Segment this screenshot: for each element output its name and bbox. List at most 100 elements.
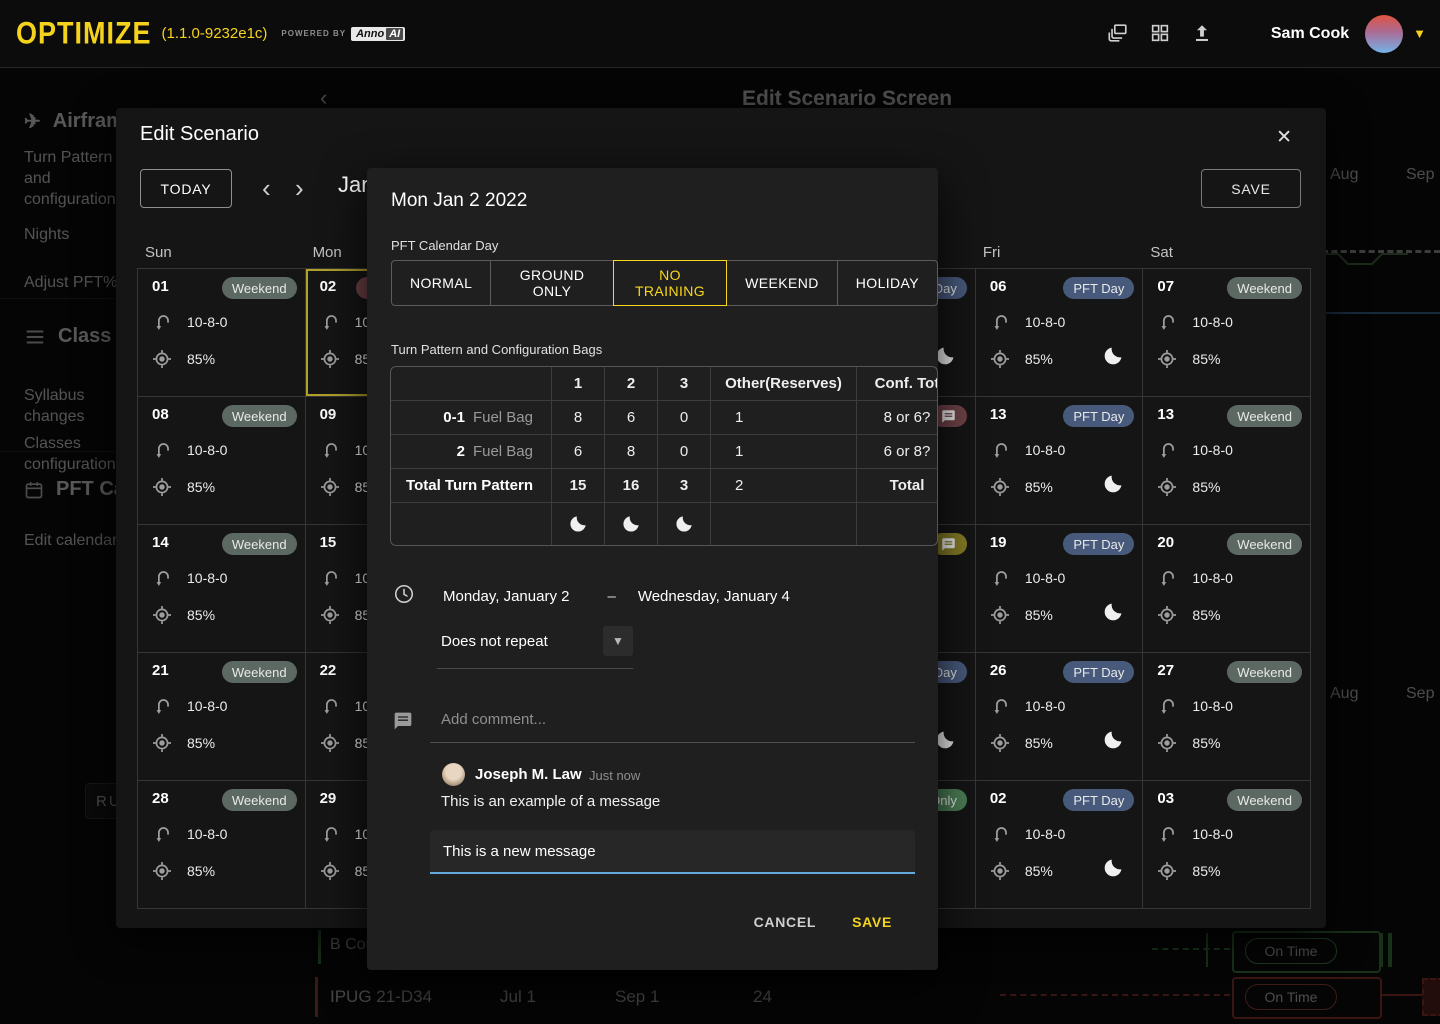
day-number: 19 xyxy=(990,534,1007,551)
sidebar-divider xyxy=(0,451,116,452)
user-name: Sam Cook xyxy=(1271,25,1349,43)
windows-icon[interactable] xyxy=(1107,22,1131,46)
day-type-button-holiday[interactable]: HOLIDAY xyxy=(837,260,938,306)
turn-pattern-icon xyxy=(152,823,174,845)
modal-title: Edit Scenario xyxy=(140,116,259,152)
calendar-day-cell[interactable]: 14Weekend10-8-085% xyxy=(138,525,306,653)
day-type-button-normal[interactable]: NORMAL xyxy=(391,260,491,306)
day-number: 01 xyxy=(152,278,169,295)
upload-icon[interactable] xyxy=(1191,22,1215,46)
powered-by-label: POWERED BY xyxy=(281,29,346,38)
calendar-day-cell[interactable]: 13Weekend10-8-085% xyxy=(1143,397,1311,525)
sidebar-item: Adjust PFT% xyxy=(24,272,116,293)
month-label: Aug xyxy=(1330,166,1358,184)
pft-target-icon xyxy=(150,603,174,627)
repeat-select[interactable]: Does not repeat ▼ xyxy=(437,626,633,669)
turn-pattern-value: 10-8-0 xyxy=(1192,570,1232,586)
pft-percent-value: 85% xyxy=(1192,479,1220,495)
day-number: 21 xyxy=(152,662,169,679)
prev-month-icon[interactable]: ‹ xyxy=(262,174,271,202)
turn-pattern-value: 10-8-0 xyxy=(1192,442,1232,458)
day-type-badge: Weekend xyxy=(1227,533,1302,555)
night-flag-row xyxy=(391,503,938,546)
calendar-day-cell[interactable]: 28Weekend10-8-085% xyxy=(138,781,306,909)
col-header: 3 xyxy=(658,367,711,401)
scenario-save-button[interactable]: SAVE xyxy=(1201,169,1301,208)
sidebar-item: Classes configuration xyxy=(24,433,116,475)
pft-percent-value: 85% xyxy=(1025,607,1053,623)
pft-target-icon xyxy=(988,731,1012,755)
calendar-day-cell[interactable]: 02PFT Day10-8-085% xyxy=(976,781,1144,909)
today-button[interactable]: TODAY xyxy=(140,169,232,208)
add-comment-field[interactable]: Add comment... xyxy=(441,711,546,728)
pft-target-icon xyxy=(318,347,342,371)
gantt-bar-on-time-green: On Time xyxy=(1232,931,1381,973)
clock-icon xyxy=(393,583,415,609)
turn-pattern-value: 10-8-0 xyxy=(1192,826,1232,842)
day-type-button-no-training[interactable]: NO TRAINING xyxy=(613,260,727,306)
pft-target-icon xyxy=(988,859,1012,883)
on-time-badge: On Time xyxy=(1245,984,1337,1010)
gantt-end-block xyxy=(1422,978,1440,1016)
turn-pattern-icon xyxy=(320,567,342,589)
user-avatar[interactable] xyxy=(1365,15,1403,53)
table-row: 2Fuel Bag68016 or 8? xyxy=(391,435,938,469)
turn-pattern-icon xyxy=(990,567,1012,589)
calendar-day-cell[interactable]: 26PFT Day10-8-085% xyxy=(976,653,1144,781)
day-type-badge: PFT Day xyxy=(1063,789,1134,811)
dialog-title: Mon Jan 2 2022 xyxy=(391,190,527,212)
pft-percent-value: 85% xyxy=(187,479,215,495)
calendar-day-cell[interactable]: 19PFT Day10-8-085% xyxy=(976,525,1144,653)
sidebar-item: Nights xyxy=(24,224,116,245)
chart-green-line xyxy=(1322,251,1440,271)
pft-target-icon xyxy=(988,603,1012,627)
chevron-down-icon[interactable]: ▼ xyxy=(603,626,633,656)
cancel-button[interactable]: CANCEL xyxy=(752,908,819,936)
next-month-icon[interactable]: › xyxy=(295,174,304,202)
day-type-badge: Weekend xyxy=(222,277,297,299)
turn-pattern-icon xyxy=(990,311,1012,333)
pft-target-icon xyxy=(1155,731,1179,755)
table-row: 0-1Fuel Bag86018 or 6? xyxy=(391,401,938,435)
day-type-button-weekend[interactable]: WEEKEND xyxy=(726,260,838,306)
day-type-button-ground-only[interactable]: GROUND ONLY xyxy=(490,260,614,306)
grid-icon[interactable] xyxy=(1149,22,1173,46)
turn-pattern-value: 10-8-0 xyxy=(1025,314,1065,330)
day-type-badge: PFT Day xyxy=(1063,277,1134,299)
turn-pattern-icon xyxy=(320,823,342,845)
brand-badge: AnnoAI xyxy=(351,27,405,41)
turn-pattern-section-label: Turn Pattern and Configuration Bags xyxy=(391,342,602,357)
date-range-row: Monday, January 2 – Wednesday, January 4 xyxy=(393,583,790,609)
calendar-day-cell[interactable]: 01Weekend10-8-085% xyxy=(138,269,306,397)
user-menu-caret-icon[interactable]: ▼ xyxy=(1413,26,1426,41)
pft-target-icon xyxy=(1155,859,1179,883)
range-start-date[interactable]: Monday, January 2 xyxy=(443,588,569,605)
range-end-date[interactable]: Wednesday, January 4 xyxy=(638,588,790,605)
new-comment-input[interactable] xyxy=(430,830,915,874)
table-row: Total Turn Pattern151632Total xyxy=(391,469,938,503)
col-header: Other(Reserves) xyxy=(711,367,857,401)
close-icon[interactable]: ✕ xyxy=(1270,120,1298,155)
night-icon xyxy=(1102,345,1124,372)
day-number: 07 xyxy=(1157,278,1174,295)
calendar-day-cell[interactable]: 03Weekend10-8-085% xyxy=(1143,781,1311,909)
calendar-day-cell[interactable]: 08Weekend10-8-085% xyxy=(138,397,306,525)
dialog-actions: CANCEL SAVE xyxy=(752,908,894,936)
day-number: 29 xyxy=(320,790,337,807)
calendar-day-cell[interactable]: 07Weekend10-8-085% xyxy=(1143,269,1311,397)
chart-blue-line xyxy=(1326,312,1440,314)
gantt-bar-on-time-red: On Time xyxy=(1232,977,1382,1019)
calendar-day-cell[interactable]: 06PFT Day10-8-085% xyxy=(976,269,1144,397)
calendar-day-cell[interactable]: 21Weekend10-8-085% xyxy=(138,653,306,781)
calendar-day-cell[interactable]: 27Weekend10-8-085% xyxy=(1143,653,1311,781)
save-button[interactable]: SAVE xyxy=(850,908,894,936)
day-type-badge: Weekend xyxy=(1227,405,1302,427)
calendar-day-cell[interactable]: 20Weekend10-8-085% xyxy=(1143,525,1311,653)
calendar-day-cell[interactable]: 13PFT Day10-8-085% xyxy=(976,397,1144,525)
day-number: 20 xyxy=(1157,534,1174,551)
day-type-badge: PFT Day xyxy=(1063,533,1134,555)
pft-calendar-day-label: PFT Calendar Day xyxy=(391,238,498,253)
turn-pattern-icon xyxy=(1157,695,1179,717)
turn-pattern-icon xyxy=(990,695,1012,717)
night-icon xyxy=(1102,857,1124,884)
